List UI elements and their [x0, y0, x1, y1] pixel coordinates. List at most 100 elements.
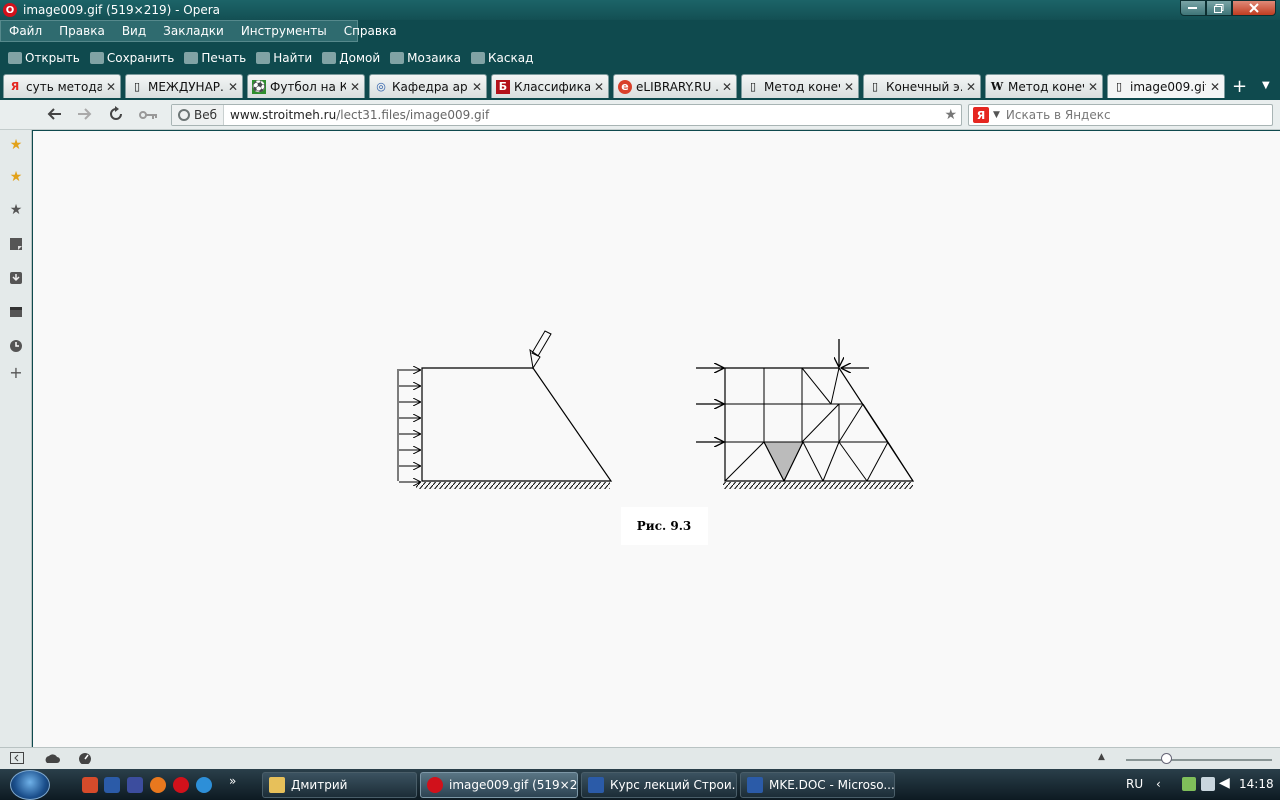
home-button[interactable]: Домой	[322, 51, 380, 65]
figure-caption: Рис. 9.3	[637, 519, 691, 533]
tray-network-icon[interactable]	[1182, 777, 1196, 791]
zoom-slider-handle[interactable]	[1161, 753, 1172, 764]
zoom-menu-icon[interactable]: ▲	[1098, 752, 1105, 762]
quicklaunch-word-icon[interactable]	[104, 777, 120, 793]
quicklaunch-save-icon[interactable]	[127, 777, 143, 793]
wand-button[interactable]	[139, 106, 159, 125]
cascade-button[interactable]: Каскад	[471, 51, 533, 65]
tab-2[interactable]: ▯ МЕЖДУНАР... ✕	[125, 74, 243, 98]
panel-toggle-icon[interactable]	[10, 752, 24, 767]
start-button[interactable]	[10, 770, 50, 800]
tab-close-icon[interactable]: ✕	[228, 80, 238, 94]
taskbar-button-opera[interactable]: image009.gif (519×2...	[420, 772, 578, 798]
arrow-left-icon	[47, 108, 61, 120]
tab-close-icon[interactable]: ✕	[722, 80, 732, 94]
favorites-star-icon[interactable]: ★	[8, 202, 24, 218]
ground-hatching-left	[416, 482, 610, 489]
quicklaunch-ie-icon[interactable]	[196, 777, 212, 793]
widgets-star-icon[interactable]: ★	[8, 169, 24, 185]
search-engine-dropdown-icon[interactable]: ▼	[993, 110, 1000, 120]
inclined-force-arrow	[529, 330, 552, 370]
find-button[interactable]: Найти	[256, 51, 312, 65]
maximize-button[interactable]	[1206, 0, 1232, 16]
tab-close-icon[interactable]: ✕	[1210, 80, 1220, 94]
key-icon	[139, 111, 157, 119]
point-load-arrows	[696, 339, 869, 442]
menu-view[interactable]: Вид	[122, 24, 146, 38]
page-icon: ▯	[871, 80, 879, 93]
menu-tools[interactable]: Инструменты	[241, 24, 327, 38]
close-button[interactable]	[1232, 0, 1276, 16]
taskbar-button-word-1[interactable]: Курс лекций Строи...	[581, 772, 737, 798]
page-icon: ▯	[1115, 80, 1123, 93]
web-badge[interactable]: Веб	[172, 105, 225, 125]
search-icon	[256, 52, 271, 64]
tab-close-icon[interactable]: ✕	[966, 80, 976, 94]
menu-edit[interactable]: Правка	[59, 24, 105, 38]
opera-unite-cloud-icon[interactable]	[44, 752, 60, 767]
tab-3[interactable]: ⚽ Футбол на К... ✕	[247, 74, 365, 98]
zoom-slider[interactable]	[1126, 759, 1272, 761]
quicklaunch-overflow-icon[interactable]: »	[229, 774, 236, 788]
tab-close-icon[interactable]: ✕	[844, 80, 854, 94]
tray-expand-icon[interactable]: ‹	[1156, 777, 1161, 791]
main-toolbar: Открыть Сохранить Печать Найти Домой Моз…	[0, 46, 1280, 70]
tab-4[interactable]: ◎ Кафедра арх... ✕	[369, 74, 487, 98]
volume-icon[interactable]: ◀	[1219, 775, 1230, 791]
tab-9[interactable]: W Метод конеч... ✕	[985, 74, 1103, 98]
tab-1[interactable]: Я суть метода ... ✕	[3, 74, 121, 98]
taskbar-button-folder[interactable]: Дмитрий	[262, 772, 417, 798]
tab-10-active[interactable]: ▯ image009.gif ... ✕	[1107, 74, 1225, 98]
finite-element-mesh-figure	[696, 339, 915, 489]
cascade-icon	[471, 52, 485, 64]
add-panel-plus-icon[interactable]: +	[8, 363, 24, 382]
downloads-icon[interactable]	[8, 270, 24, 286]
tab-close-icon[interactable]: ✕	[594, 80, 604, 94]
tile-button[interactable]: Мозаика	[390, 51, 461, 65]
tab-close-icon[interactable]: ✕	[106, 80, 116, 94]
taskbar-button-word-2[interactable]: MKE.DOC - Microso...	[740, 772, 895, 798]
search-field[interactable]: Я ▼ Искать в Яндекс	[968, 104, 1273, 126]
menu-bookmarks[interactable]: Закладки	[163, 24, 224, 38]
notes-icon[interactable]	[8, 236, 24, 252]
turbo-speedometer-icon[interactable]	[78, 752, 92, 767]
tab-bar: Я суть метода ... ✕ ▯ МЕЖДУНАР... ✕ ⚽ Фу…	[0, 72, 1280, 100]
history-clock-icon[interactable]	[8, 338, 24, 354]
tab-menu-chevron-icon[interactable]: ▼	[1262, 80, 1270, 91]
menu-help[interactable]: Справка	[344, 24, 397, 38]
bookmarks-star-icon[interactable]: ★	[8, 137, 24, 153]
tile-icon	[390, 52, 405, 64]
clock[interactable]: 14:18	[1239, 777, 1274, 791]
minimize-button[interactable]	[1180, 0, 1206, 16]
quicklaunch-firefox-icon[interactable]	[150, 777, 166, 793]
continuum-body-figure	[397, 330, 613, 489]
new-tab-button[interactable]: +	[1232, 76, 1247, 97]
tray-display-icon[interactable]	[1201, 777, 1215, 791]
tab-8[interactable]: ▯ Конечный э... ✕	[863, 74, 981, 98]
windows-panel-icon[interactable]	[8, 304, 24, 320]
reload-icon	[110, 106, 122, 120]
quicklaunch-opera-icon[interactable]	[173, 777, 189, 793]
address-field[interactable]: Веб www.stroitmeh.ru/lect31.files/image0…	[171, 104, 962, 126]
status-bar: ▲	[0, 747, 1280, 769]
quicklaunch-paint-icon[interactable]	[82, 777, 98, 793]
forward-button[interactable]	[77, 106, 93, 125]
tab-close-icon[interactable]: ✕	[472, 80, 482, 94]
language-indicator[interactable]: RU	[1126, 777, 1143, 791]
tab-6[interactable]: e eLIBRARY.RU ... ✕	[613, 74, 737, 98]
university-icon: ◎	[376, 80, 386, 93]
open-button[interactable]: Открыть	[8, 51, 80, 65]
tab-close-icon[interactable]: ✕	[350, 80, 360, 94]
print-button[interactable]: Печать	[184, 51, 246, 65]
tab-5[interactable]: Б Классифика... ✕	[491, 74, 609, 98]
tab-close-icon[interactable]: ✕	[1088, 80, 1098, 94]
title-bar: O image009.gif (519×219) - Opera	[0, 0, 1280, 20]
menu-file[interactable]: Файл	[9, 24, 42, 38]
bookmark-star-icon[interactable]: ★	[944, 107, 957, 123]
reload-button[interactable]	[108, 106, 124, 126]
globe-icon	[178, 109, 190, 121]
back-button[interactable]	[46, 106, 62, 125]
folder-icon	[269, 777, 285, 793]
save-button[interactable]: Сохранить	[89, 51, 174, 65]
tab-7[interactable]: ▯ Метод конеч... ✕	[741, 74, 859, 98]
